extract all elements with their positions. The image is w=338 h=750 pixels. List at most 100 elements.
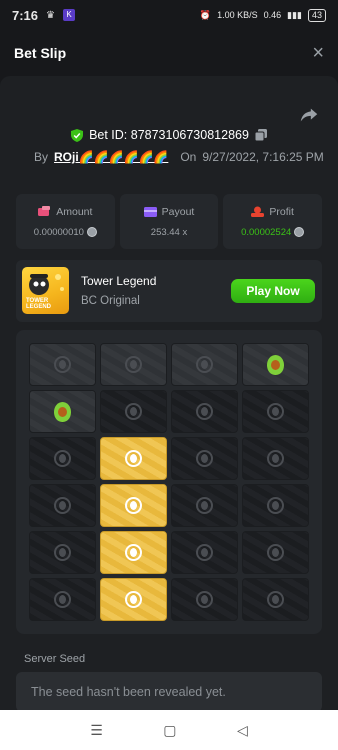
egg-icon xyxy=(54,497,71,514)
egg-inner xyxy=(201,548,208,557)
egg-icon xyxy=(196,450,213,467)
avocado-icon xyxy=(54,401,71,422)
egg-icon xyxy=(267,544,284,561)
stat-profit-label-row: Profit xyxy=(251,206,294,218)
tower-tile-egg xyxy=(171,343,238,386)
tower-tile-egg xyxy=(171,437,238,480)
egg-icon xyxy=(125,591,142,608)
tower-tile-avocado xyxy=(29,390,96,433)
stat-amount: Amount 0.00000010 xyxy=(16,194,115,249)
back-icon[interactable]: ◁ xyxy=(237,722,248,739)
tower-grid-panel xyxy=(16,330,322,634)
egg-inner xyxy=(201,360,208,369)
wallet-icon xyxy=(38,206,51,216)
tower-tile-egg xyxy=(242,531,309,574)
egg-icon xyxy=(125,450,142,467)
app-k-icon: K xyxy=(63,9,75,21)
share-icon[interactable] xyxy=(298,104,320,126)
egg-inner xyxy=(201,501,208,510)
egg-inner xyxy=(59,501,66,510)
tower-tile-egg xyxy=(171,484,238,527)
coin-icon xyxy=(86,227,97,237)
play-now-button[interactable]: Play Now xyxy=(231,279,315,303)
egg-icon xyxy=(196,544,213,561)
egg-inner xyxy=(272,454,279,463)
egg-icon xyxy=(125,403,142,420)
egg-icon xyxy=(196,356,213,373)
menu-icon[interactable]: ☰ xyxy=(90,722,103,739)
stat-amount-label-row: Amount xyxy=(38,206,92,218)
avocado-pit xyxy=(58,406,67,417)
tower-tile-egg xyxy=(242,437,309,480)
tower-tile-egg xyxy=(171,390,238,433)
on-label: On xyxy=(180,150,197,164)
page-title: Bet Slip xyxy=(14,45,67,61)
tower-tile-avocado xyxy=(242,343,309,386)
close-button[interactable]: × xyxy=(312,42,324,65)
egg-inner xyxy=(272,595,279,604)
tower-tile-gold xyxy=(100,484,167,527)
stat-amount-value-row: 0.00000010 xyxy=(34,227,97,238)
tower-tile-gold xyxy=(100,578,167,621)
game-thumb-text: TOWER LEGEND xyxy=(26,298,52,310)
egg-icon xyxy=(54,544,71,561)
egg-icon xyxy=(125,497,142,514)
avocado-icon xyxy=(267,354,284,375)
status-right: ⏰ 1.00 KB/S 0.46 ▮▮▮ 43 xyxy=(199,8,326,22)
stat-amount-value: 0.00000010 xyxy=(33,226,84,238)
copy-icon[interactable] xyxy=(254,129,267,141)
egg-icon xyxy=(54,356,71,373)
by-label: By xyxy=(34,150,49,164)
tower-tile-egg xyxy=(29,484,96,527)
egg-inner xyxy=(201,454,208,463)
bet-id-row: Bet ID: 87873106730812869 xyxy=(0,128,338,142)
bet-datetime: 9/27/2022, 7:16:25 PM xyxy=(202,150,324,164)
net-speed: 1.00 KB/S xyxy=(217,10,258,20)
egg-icon xyxy=(196,403,213,420)
card-icon xyxy=(143,206,157,217)
battery-icon: 43 xyxy=(307,8,326,22)
stats-row: Amount 0.00000010 Payout 253.44 x Profit… xyxy=(16,194,323,249)
egg-icon xyxy=(125,356,142,373)
tower-tile-egg xyxy=(29,531,96,574)
stat-payout-value: 253.44 x xyxy=(150,226,188,238)
signal-icon: ▮▮▮ xyxy=(287,9,302,20)
game-title: Tower Legend xyxy=(81,274,157,288)
egg-icon xyxy=(267,450,284,467)
stat-payout-label: Payout xyxy=(161,205,195,218)
tower-tile-egg xyxy=(242,390,309,433)
egg-inner xyxy=(59,548,66,557)
home-icon[interactable]: ▢ xyxy=(163,722,176,739)
tower-tile-egg xyxy=(171,531,238,574)
egg-inner xyxy=(130,360,137,369)
status-left: 7:16 ♛ K xyxy=(12,8,75,23)
egg-icon xyxy=(54,450,71,467)
coin-icon xyxy=(294,227,305,237)
egg-inner xyxy=(201,407,208,416)
tower-grid xyxy=(29,343,309,621)
egg-inner xyxy=(130,548,137,557)
stat-profit: Profit 0.00002524 xyxy=(223,194,323,249)
tower-tile-egg xyxy=(29,343,96,386)
tower-tile-egg xyxy=(242,484,309,527)
egg-inner xyxy=(130,454,137,463)
tower-tile-gold xyxy=(100,531,167,574)
egg-inner xyxy=(272,407,279,416)
egg-icon xyxy=(267,591,284,608)
tower-tile-egg xyxy=(29,437,96,480)
game-thumbnail[interactable]: TOWER LEGEND xyxy=(22,267,69,314)
shield-check-icon xyxy=(71,128,84,142)
game-card: TOWER LEGEND Tower Legend BC Original Pl… xyxy=(16,260,322,322)
server-seed-field: The seed hasn't been revealed yet. xyxy=(16,672,322,710)
content: Bet ID: 87873106730812869 By ROji🌈🌈🌈🌈🌈🌈 … xyxy=(0,76,338,710)
user-link[interactable]: ROji🌈🌈🌈🌈🌈🌈 xyxy=(54,150,168,164)
stat-payout-value-row: 253.44 x xyxy=(151,227,187,238)
alarm-icon: ⏰ xyxy=(199,9,212,20)
egg-inner xyxy=(59,360,66,369)
stat-profit-value-row: 0.00002524 xyxy=(241,227,305,238)
egg-inner xyxy=(130,407,137,416)
tower-tile-egg xyxy=(100,343,167,386)
egg-icon xyxy=(54,591,71,608)
game-subtitle: BC Original xyxy=(81,295,140,307)
by-row: By ROji🌈🌈🌈🌈🌈🌈 On 9/27/2022, 7:16:25 PM xyxy=(34,150,324,164)
